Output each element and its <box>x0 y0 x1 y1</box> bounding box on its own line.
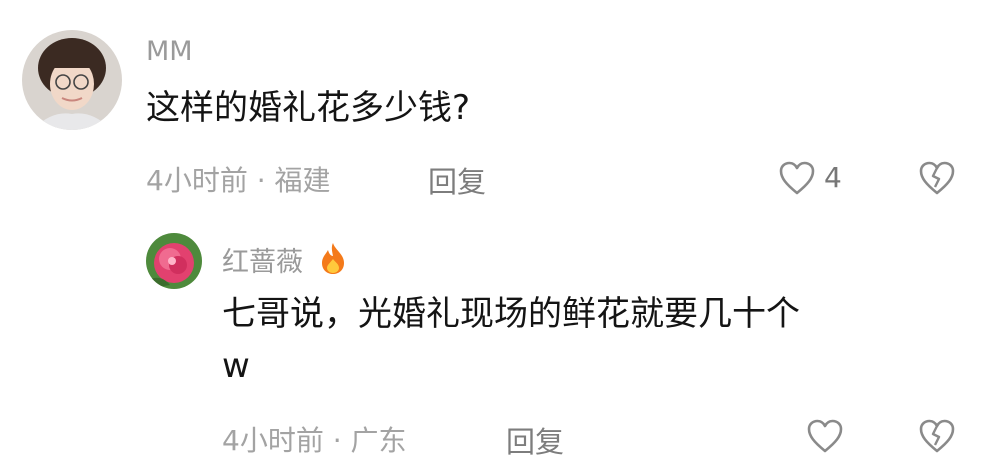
like-count: 4 <box>824 161 842 194</box>
username[interactable]: 红蔷薇 <box>222 240 348 282</box>
reply-button[interactable]: 回复 <box>506 419 564 461</box>
heart-outline-icon[interactable] <box>806 418 844 458</box>
fire-icon <box>318 241 348 282</box>
heart-outline-icon[interactable] <box>778 160 816 200</box>
reply-text-line2: w <box>222 346 250 386</box>
avatar[interactable] <box>22 30 122 130</box>
avatar[interactable] <box>146 233 202 289</box>
reply-meta: 4小时前 · 广东 <box>222 424 407 457</box>
comment-text: 这样的婚礼花多少钱? <box>146 88 471 128</box>
broken-heart-icon[interactable] <box>918 418 956 458</box>
comment-meta: 4小时前 · 福建 <box>146 164 331 197</box>
username[interactable]: MM <box>146 36 193 67</box>
reply-button[interactable]: 回复 <box>428 159 486 201</box>
reply-text-line1: 七哥说，光婚礼现场的鲜花就要几十个 <box>222 294 800 334</box>
username-text: 红蔷薇 <box>222 247 303 278</box>
broken-heart-icon[interactable] <box>918 160 956 200</box>
